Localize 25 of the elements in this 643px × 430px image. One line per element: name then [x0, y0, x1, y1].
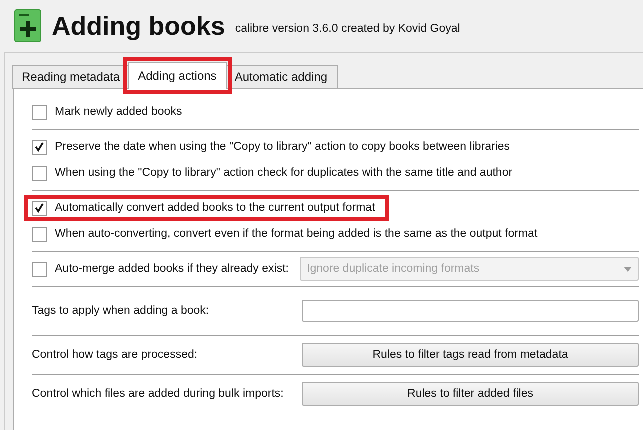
checkbox[interactable] [32, 226, 47, 242]
setting-label: Control how tags are processed: [32, 349, 199, 361]
checkbox-label: Preserve the date when using the "Copy to library" action to copy books between libraries [55, 141, 510, 153]
tags-field[interactable] [302, 300, 639, 322]
field-label: Tags to apply when adding a book: [32, 305, 210, 317]
checkbox-label: When using the "Copy to library" action check for duplicates with the same title and author [55, 167, 513, 179]
version-text: calibre version 3.6.0 created by Kovid Goyal [235, 23, 460, 35]
checkbox-label: When auto-converting, convert even if the format being added is the same as the output format [55, 228, 538, 240]
checkbox[interactable] [32, 166, 47, 180]
check-icon [35, 203, 44, 213]
setting-label: Control which files are added during bulk imports: [32, 388, 285, 400]
page-title: Adding books [52, 10, 226, 42]
book-plus-icon [14, 9, 42, 43]
checkbox[interactable] [32, 200, 47, 216]
checkbox[interactable] [32, 104, 47, 120]
rules-button[interactable]: Rules to filter added files [302, 382, 639, 406]
tab[interactable]: Reading metadata [12, 65, 130, 89]
checkbox-label: Auto-merge added books if they already exist: [55, 263, 290, 275]
check-icon [35, 142, 44, 152]
tab[interactable]: Automatic adding [224, 65, 338, 89]
checkbox[interactable] [32, 140, 47, 154]
checkbox-label: Automatically convert added books to the current output format [55, 202, 376, 214]
checkbox-label: Mark newly added books [55, 106, 182, 118]
rules-button[interactable]: Rules to filter tags read from metadata [302, 343, 639, 367]
caret-icon [624, 266, 632, 272]
